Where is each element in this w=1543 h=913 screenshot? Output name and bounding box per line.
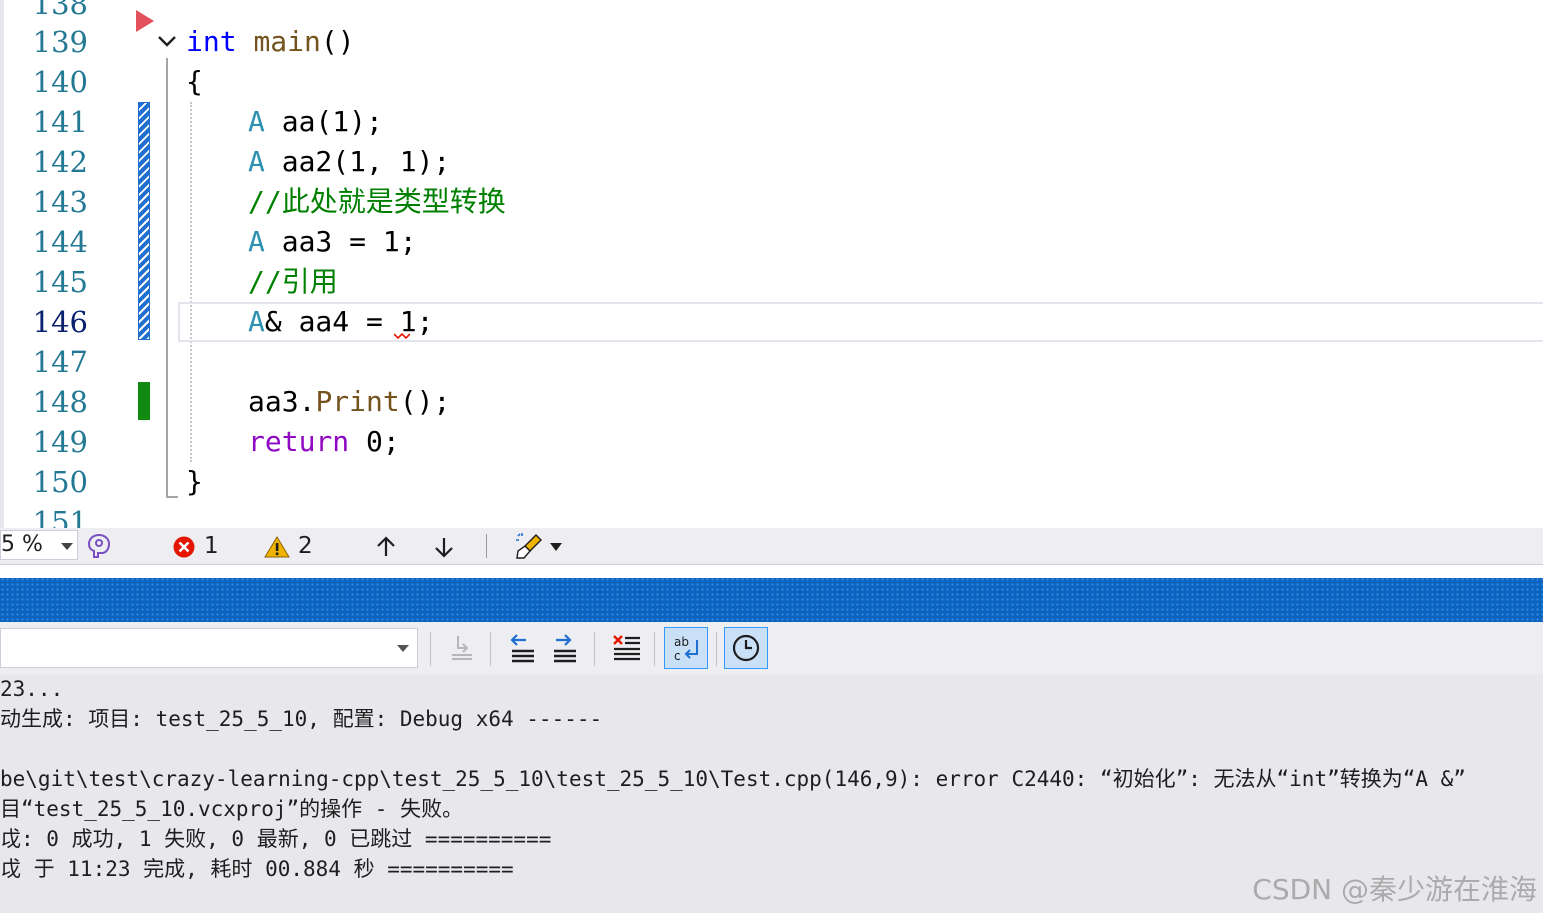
goto-code-icon: [452, 636, 472, 660]
warning-icon[interactable]: [264, 534, 290, 558]
output-line: 动生成: 项目: test_25_5_10, 配置: Debug x64 ---…: [0, 707, 603, 731]
open-brace: {: [186, 65, 203, 98]
breakpoint-arrow-icon[interactable]: [136, 10, 154, 32]
output-panel-toolbar: ab c: [0, 622, 1543, 674]
line-number: 147: [32, 345, 88, 379]
code-line-145-comment[interactable]: //引用: [248, 262, 338, 302]
output-line-error[interactable]: be\git\test\crazy-learning-cpp\test_25_5…: [0, 764, 1466, 794]
toolbar-separator: [430, 632, 431, 666]
indent-guide: [190, 102, 192, 462]
zoom-value: 5 %: [1, 532, 43, 557]
method-print: Print: [315, 385, 400, 418]
keyword-return: return: [248, 425, 350, 458]
line-number: 143: [32, 185, 88, 219]
svg-text:c: c: [674, 649, 681, 663]
code-line-143-comment[interactable]: //此处就是类型转换: [248, 182, 506, 222]
toolbar-separator: [654, 632, 655, 666]
type-A: A: [248, 145, 265, 178]
code-text: & aa4 =: [264, 305, 400, 338]
function-main: main: [253, 25, 321, 58]
editor-status-bar: 5 % 1 2: [0, 528, 1543, 565]
line-number: 145: [32, 265, 88, 299]
next-message-icon: [554, 634, 576, 663]
error-icon[interactable]: [172, 534, 196, 558]
code-line-140[interactable]: {: [186, 62, 203, 102]
code-text: 0;: [349, 425, 400, 458]
saved-change-bar: [138, 382, 150, 420]
chevron-down-icon: [397, 645, 409, 652]
clear-all-icon: [613, 635, 640, 661]
arrow-down-icon[interactable]: [432, 534, 456, 558]
find-message-in-code-button[interactable]: [442, 628, 482, 668]
code-line-139[interactable]: int main(): [186, 22, 355, 62]
intellicode-icon[interactable]: [86, 532, 112, 560]
watermark: CSDN @秦少游在淮海: [1252, 873, 1537, 906]
code-text: ();: [399, 385, 451, 418]
line-number: 148: [32, 385, 88, 419]
punct: (): [320, 25, 355, 58]
output-line: 目“test_25_5_10.vcxproj”的操作 - 失败。: [0, 797, 464, 821]
output-panel-titlebar[interactable]: [0, 578, 1543, 622]
toggle-word-wrap-button[interactable]: ab c: [664, 627, 708, 669]
chevron-down-icon: [61, 543, 73, 550]
type-A: A: [248, 225, 265, 258]
line-number: 138: [32, 0, 88, 21]
code-editor[interactable]: 138 139 140 141 142 143 144 145 146 147 …: [0, 0, 1543, 528]
output-source-dropdown[interactable]: [0, 628, 418, 668]
code-text: aa2(1, 1);: [264, 145, 451, 178]
warning-count[interactable]: 2: [298, 528, 313, 564]
type-A: A: [248, 305, 265, 338]
output-line: 戉 于 11:23 完成, 耗时 00.884 秒 ==========: [0, 857, 514, 881]
close-brace: }: [186, 465, 203, 498]
keyword-int: int: [186, 25, 237, 58]
code-line-144[interactable]: A aa3 = 1;: [248, 222, 417, 262]
line-number: 142: [32, 145, 88, 179]
code-line-142[interactable]: A aa2(1, 1);: [248, 142, 450, 182]
type-A: A: [248, 105, 265, 138]
toolbar-separator: [716, 632, 717, 666]
arrow-up-icon[interactable]: [374, 534, 398, 558]
previous-message-button[interactable]: [502, 628, 542, 668]
error-squiggle-icon: [394, 332, 410, 340]
line-number: 141: [32, 105, 88, 139]
fold-region-line: [166, 58, 171, 498]
line-number: 139: [32, 25, 88, 59]
code-cleanup-brush-icon[interactable]: [514, 532, 544, 560]
code-text: ;: [416, 305, 434, 338]
previous-message-icon: [510, 634, 534, 663]
collapse-chevron-icon[interactable]: [156, 30, 178, 52]
output-line: 23...: [0, 677, 64, 701]
fold-region-end: [166, 496, 178, 498]
line-number: 149: [32, 425, 88, 459]
error-count[interactable]: 1: [204, 528, 219, 564]
toggle-timestamp-button[interactable]: [724, 627, 768, 669]
code-line-141[interactable]: A aa(1);: [248, 102, 383, 142]
code-text: aa(1);: [264, 105, 383, 138]
line-number: 151: [32, 505, 88, 528]
code-line-149[interactable]: return 0;: [248, 422, 400, 462]
code-text: aa3 = 1;: [264, 225, 417, 258]
word-wrap-icon: ab c: [674, 635, 698, 663]
line-number-current: 146: [32, 305, 88, 339]
line-number: 140: [32, 65, 88, 99]
svg-text:ab: ab: [674, 635, 689, 649]
zoom-dropdown[interactable]: 5 %: [0, 530, 78, 560]
line-number: 144: [32, 225, 88, 259]
next-message-button[interactable]: [544, 628, 584, 668]
chevron-down-icon[interactable]: [550, 543, 562, 551]
clock-icon: [732, 634, 760, 662]
variable-aa3: aa3.: [248, 385, 316, 418]
clear-all-button[interactable]: [606, 628, 646, 668]
code-line-148[interactable]: aa3.Print();: [248, 382, 450, 422]
status-separator: [486, 534, 487, 558]
toolbar-separator: [490, 632, 491, 666]
unsaved-change-bar: [138, 102, 150, 340]
line-number: 150: [32, 465, 88, 499]
toolbar-separator: [594, 632, 595, 666]
code-line-150[interactable]: }: [186, 462, 203, 502]
output-line: 戉: 0 成功, 1 失败, 0 最新, 0 已跳过 ==========: [0, 827, 552, 851]
